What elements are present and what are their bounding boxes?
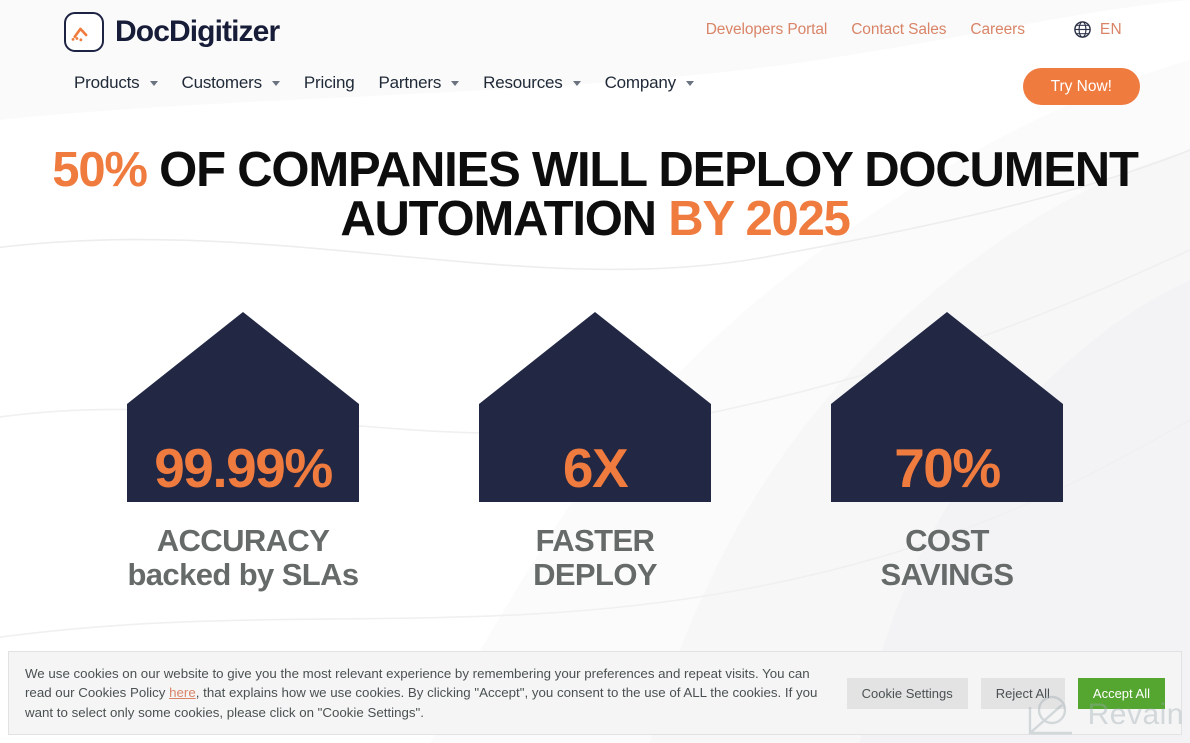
stat-accuracy: 99.99% ACCURACY backed by SLAs — [127, 312, 359, 592]
nav-item-customers[interactable]: Customers — [182, 73, 280, 93]
nav-label: Resources — [483, 73, 563, 92]
top-link-developers-portal[interactable]: Developers Portal — [706, 21, 828, 39]
chevron-down-icon — [451, 80, 460, 86]
nav-label: Partners — [378, 73, 442, 92]
top-link-contact-sales[interactable]: Contact Sales — [851, 21, 946, 39]
logo-text: DocDigitizer — [115, 15, 280, 48]
stat-shape: 99.99% — [127, 312, 359, 502]
stat-label-line2: backed by SLAs — [127, 557, 359, 593]
stat-value: 99.99% — [154, 437, 333, 499]
cookie-banner-buttons: Cookie Settings Reject All Accept All — [846, 677, 1165, 709]
cookie-consent-banner: We use cookies on our website to give yo… — [8, 651, 1182, 735]
stat-faster-deploy: 6X FASTER DEPLOY — [479, 312, 711, 592]
main-navigation: Products Customers Pricing Partners Reso… — [74, 73, 718, 93]
nav-label: Customers — [181, 73, 263, 92]
stat-value: 70% — [894, 437, 1001, 499]
cookie-banner-text: We use cookies on our website to give yo… — [25, 664, 831, 722]
cookies-policy-link[interactable]: here — [169, 685, 196, 700]
nav-item-resources[interactable]: Resources — [483, 73, 581, 93]
nav-label: Products — [74, 73, 140, 92]
logo[interactable]: DocDigitizer — [64, 12, 280, 52]
stat-label-line1: COST — [905, 523, 989, 558]
nav-item-pricing[interactable]: Pricing — [304, 73, 355, 93]
headline-highlight-2025: BY 2025 — [668, 192, 851, 246]
stat-label: FASTER DEPLOY — [479, 523, 711, 593]
stat-label-line2: DEPLOY — [533, 557, 657, 593]
stat-label: ACCURACY backed by SLAs — [127, 523, 359, 593]
page-root: DocDigitizer Developers Portal Contact S… — [0, 0, 1190, 743]
reject-all-button[interactable]: Reject All — [980, 677, 1065, 709]
stats-row: 99.99% ACCURACY backed by SLAs 6X FASTER… — [0, 312, 1190, 592]
nav-item-partners[interactable]: Partners — [378, 73, 460, 93]
nav-item-products[interactable]: Products — [74, 73, 158, 93]
hero-section: 50% OF COMPANIES WILL DEPLOY DOCUMENT AU… — [0, 146, 1190, 244]
headline-highlight-50: 50% — [52, 143, 148, 197]
stat-value: 6X — [562, 437, 629, 499]
chevron-down-icon — [149, 80, 158, 86]
globe-icon — [1074, 21, 1091, 38]
headline-line2-rest: AUTOMATION — [340, 192, 669, 246]
stat-cost-savings: 70% COST SAVINGS — [831, 312, 1063, 592]
stat-label: COST SAVINGS — [831, 523, 1063, 593]
page-title: 50% OF COMPANIES WILL DEPLOY DOCUMENT AU… — [0, 146, 1190, 244]
stat-label-line2: SAVINGS — [880, 557, 1014, 593]
nav-item-company[interactable]: Company — [605, 73, 694, 93]
site-header: DocDigitizer Developers Portal Contact S… — [0, 0, 1190, 118]
chevron-down-icon — [271, 80, 280, 86]
stat-label-line1: FASTER — [535, 523, 655, 558]
language-label: EN — [1099, 20, 1122, 38]
cookie-settings-button[interactable]: Cookie Settings — [846, 677, 968, 709]
nav-label: Company — [604, 73, 677, 92]
stat-shape: 6X — [479, 312, 711, 502]
headline-line1-rest: OF COMPANIES WILL DEPLOY DOCUMENT — [146, 143, 1139, 197]
chevron-down-icon — [572, 80, 581, 86]
docdigitizer-logo-icon — [64, 12, 104, 52]
stat-label-line1: ACCURACY — [156, 523, 330, 558]
nav-label: Pricing — [303, 73, 355, 92]
top-utility-links: Developers Portal Contact Sales Careers … — [706, 20, 1122, 39]
language-selector[interactable]: EN — [1073, 20, 1122, 39]
top-link-careers[interactable]: Careers — [970, 21, 1025, 39]
try-now-button[interactable]: Try Now! — [1022, 68, 1140, 105]
stat-shape: 70% — [831, 312, 1063, 502]
chevron-down-icon — [685, 80, 694, 86]
accept-all-button[interactable]: Accept All — [1077, 677, 1165, 709]
